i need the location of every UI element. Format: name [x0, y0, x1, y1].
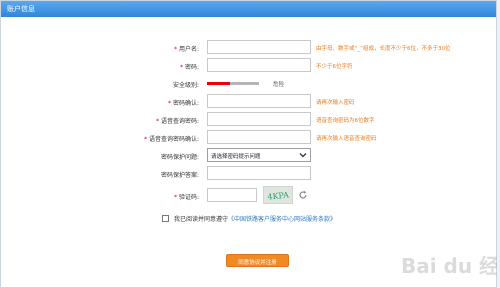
security-answer-input[interactable]	[207, 166, 311, 180]
agreement-label: 我已阅读并同意遵守	[174, 216, 229, 223]
password-strength-bar	[207, 82, 259, 85]
svg-text:Bai du 经验: Bai du 经验	[401, 254, 497, 278]
row-password: * 密码: 不少于6位字符	[1, 58, 496, 74]
row-security-question: 密码保护问题: 请选择密码提示问题	[1, 148, 496, 164]
voice-password-input[interactable]	[207, 112, 311, 126]
agree-checkbox[interactable]	[162, 215, 169, 222]
password-hint: 不少于6位字符	[316, 64, 353, 70]
agreement-text: 我已阅读并同意遵守《中国铁路客户服务中心网站服务条款》	[174, 214, 336, 223]
required-mark: *	[143, 136, 147, 143]
chevron-down-icon	[299, 153, 307, 158]
password-input[interactable]	[207, 58, 311, 72]
required-mark: *	[179, 64, 183, 71]
account-info-panel: 账户信息 * 用户名: 由字母、数字或“_”组成，长度不少于6位，不多于30位 *…	[0, 0, 497, 288]
confirm-password-hint: 请再次输入密码	[316, 100, 355, 106]
row-captcha: * 验证码: 4KPA	[1, 186, 496, 204]
username-input[interactable]	[207, 40, 311, 54]
confirm-password-label: * 密码确认:	[167, 100, 199, 107]
captcha-image[interactable]: 4KPA	[263, 186, 293, 204]
security-question-label: 密码保护问题:	[160, 154, 199, 161]
password-label: * 密码:	[179, 64, 199, 71]
row-voice-password-confirm: * 语音查询密码确认: 请再次输入语音查询密码	[1, 130, 496, 146]
required-mark: *	[173, 194, 177, 201]
voice-password-hint: 语音查询密码为6位数字	[316, 118, 375, 124]
row-voice-password: * 语音查询密码: 语音查询密码为6位数字	[1, 112, 496, 128]
captcha-input[interactable]	[207, 188, 257, 202]
panel-title: 账户信息	[7, 5, 35, 13]
row-security-answer: 密码保护答案:	[1, 166, 496, 182]
password-strength-fill	[207, 82, 231, 85]
security-question-value: 请选择密码提示问题	[211, 154, 261, 160]
agree-and-register-button[interactable]: 同意协议并注册	[226, 254, 289, 267]
submit-label: 同意协议并注册	[238, 260, 277, 266]
security-level-label: 安全级别:	[172, 82, 199, 89]
row-security-level: 安全级别: 危险	[1, 76, 496, 92]
refresh-icon[interactable]	[298, 190, 308, 200]
security-question-select[interactable]: 请选择密码提示问题	[207, 148, 311, 162]
required-mark: *	[173, 46, 177, 53]
password-strength-text: 危险	[273, 82, 285, 88]
confirm-password-input[interactable]	[207, 94, 311, 108]
voice-password-confirm-hint: 请再次输入语音查询密码	[316, 136, 377, 142]
row-confirm-password: * 密码确认: 请再次输入密码	[1, 94, 496, 110]
required-mark: *	[155, 118, 159, 125]
baidu-watermark-logo: Bai du 经验	[401, 254, 497, 278]
captcha-label: * 验证码:	[173, 194, 199, 201]
terms-link[interactable]: 《中国铁路客户服务中心网站服务条款》	[228, 216, 336, 223]
username-label: * 用户名:	[173, 46, 199, 53]
username-hint: 由字母、数字或“_”组成，长度不少于6位，不多于30位	[316, 46, 451, 52]
security-answer-label: 密码保护答案:	[160, 172, 199, 179]
voice-password-confirm-input[interactable]	[207, 130, 311, 144]
voice-password-label: * 语音查询密码:	[155, 118, 199, 125]
panel-titlebar: 账户信息	[1, 1, 496, 17]
voice-password-confirm-label: * 语音查询密码确认:	[143, 136, 199, 143]
required-mark: *	[167, 100, 171, 107]
row-username: * 用户名: 由字母、数字或“_”组成，长度不少于6位，不多于30位	[1, 40, 496, 56]
